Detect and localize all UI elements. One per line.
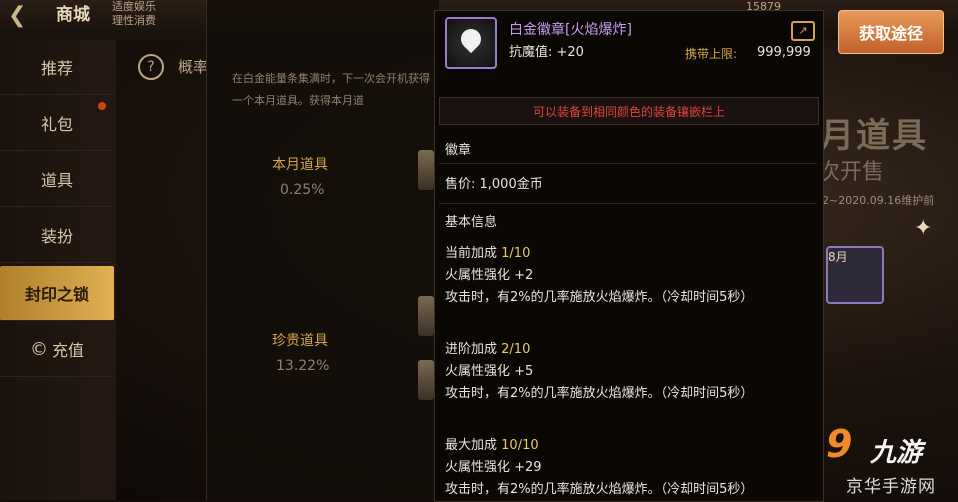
bonus-advanced: 进阶加成 2/10 火属性强化 +5 攻击时，有2%的几率施放火焰爆炸。（冷却时… — [445, 339, 753, 405]
hint-line-2: 理性消费 — [112, 14, 156, 27]
bonus-max: 最大加成 10/10 火属性强化 +29 攻击时，有2%的几率施放火焰爆炸。（冷… — [445, 435, 753, 501]
sidebar-item-label: 道具 — [40, 171, 73, 190]
sidebar-item-items[interactable]: 道具 — [0, 152, 114, 207]
banner-subtitle: 次开售 — [818, 160, 885, 185]
panel-description: 在白金能量条集满时，下一次会开机获得一个本月道具。获得本月道 — [232, 72, 430, 107]
bonus-line-2: 攻击时，有2%的几率施放火焰爆炸。（冷却时间5秒） — [445, 482, 754, 497]
sidebar-item-outfits[interactable]: 装扮 — [0, 208, 114, 263]
bonus-line-2: 攻击时，有2%的几率施放火焰爆炸。（冷却时间5秒） — [445, 290, 754, 305]
bonus-level: 2/10 — [501, 342, 531, 357]
bonus-line-1: 火属性强化 +29 — [445, 460, 542, 475]
sidebar-item-label: 封印之锁 — [24, 285, 89, 304]
category-precious-name: 珍贵道具 — [272, 333, 328, 349]
notification-dot — [98, 102, 106, 110]
carry-limit-value: 999,999 — [757, 45, 811, 60]
category-monthly-rate: 0.25% — [280, 182, 325, 198]
item-stat: 抗魔值: +20 — [509, 45, 584, 60]
banner-title: 月道具 — [820, 116, 928, 156]
badge-item-icon — [445, 17, 497, 69]
play-hint: 适度娱乐 理性消费 — [112, 0, 156, 28]
watermark-logo-icon: 9 — [826, 422, 853, 466]
equip-note: 可以装备到相同颜色的装备镶嵌栏上 — [439, 97, 819, 125]
item-tooltip: 白金徽章[火焰爆炸] 抗魔值: +20 携带上限: 999,999 ↗ 可以装备… — [434, 10, 824, 502]
back-arrow-icon[interactable]: ❮ — [8, 2, 44, 30]
recharge-icon: © — [29, 338, 48, 360]
share-icon[interactable]: ↗ — [791, 21, 815, 41]
bonus-line-1: 火属性强化 +5 — [445, 364, 534, 379]
item-price: 售价: 1,000金币 — [445, 177, 543, 192]
divider — [439, 163, 817, 164]
bonus-line-2: 攻击时，有2%的几率施放火焰爆炸。（冷却时间5秒） — [445, 386, 754, 401]
banner-item-badge: 8月 — [828, 250, 848, 264]
banner-item-icon[interactable]: 8月 — [826, 246, 884, 304]
bonus-level: 1/10 — [501, 246, 531, 261]
item-type: 徽章 — [445, 143, 472, 158]
carry-limit-label: 携带上限: — [685, 47, 738, 61]
item-name: 白金徽章[火焰爆炸] — [509, 22, 632, 38]
sidebar-item-packs[interactable]: 礼包 — [0, 96, 114, 151]
overview-label: 概率 — [178, 58, 209, 76]
sidebar-item-label: 推荐 — [40, 59, 73, 78]
shop-title: 商城 — [56, 5, 90, 25]
bonus-title: 进阶加成 — [445, 342, 498, 357]
flame-icon — [456, 24, 486, 54]
category-monthly-name: 本月道具 — [272, 157, 328, 173]
sidebar-item-label: 礼包 — [40, 115, 73, 134]
get-source-button[interactable]: 获取途径 — [838, 10, 944, 54]
sidebar-item-label: 充值 — [51, 341, 84, 360]
bonus-line-1: 火属性强化 +2 — [445, 268, 534, 283]
sidebar-item-seal-lock[interactable]: 封印之锁 — [0, 266, 114, 321]
sidebar-item-label: 装扮 — [40, 227, 73, 246]
bonus-title: 当前加成 — [445, 246, 498, 261]
item-thumbnail[interactable] — [418, 150, 434, 190]
bonus-level: 10/10 — [501, 438, 539, 453]
sidebar-item-recommend[interactable]: 推荐 — [0, 40, 114, 95]
item-thumbnail[interactable] — [418, 360, 434, 400]
watermark-logo-text: 九游 — [870, 438, 923, 468]
item-thumbnail[interactable] — [418, 296, 434, 336]
banner-date: 2~2020.09.16维护前 — [822, 194, 935, 207]
sparkle-icon: ✦ — [914, 216, 933, 241]
hint-line-1: 适度娱乐 — [112, 0, 156, 13]
sidebar: 推荐 礼包 道具 装扮 封印之锁 © 充值 — [0, 40, 116, 500]
basic-info-title: 基本信息 — [445, 215, 498, 230]
divider — [439, 203, 817, 204]
sidebar-item-recharge[interactable]: © 充值 — [0, 322, 114, 377]
bonus-title: 最大加成 — [445, 438, 498, 453]
bonus-current: 当前加成 1/10 火属性强化 +2 攻击时，有2%的几率施放火焰爆炸。（冷却时… — [445, 243, 753, 309]
watermark-site-name: 京华手游网 — [846, 477, 936, 497]
category-precious-rate: 13.22% — [276, 358, 330, 374]
help-icon[interactable]: ? — [138, 54, 164, 80]
site-watermark: 9 九游 京华手游网 — [826, 420, 956, 500]
